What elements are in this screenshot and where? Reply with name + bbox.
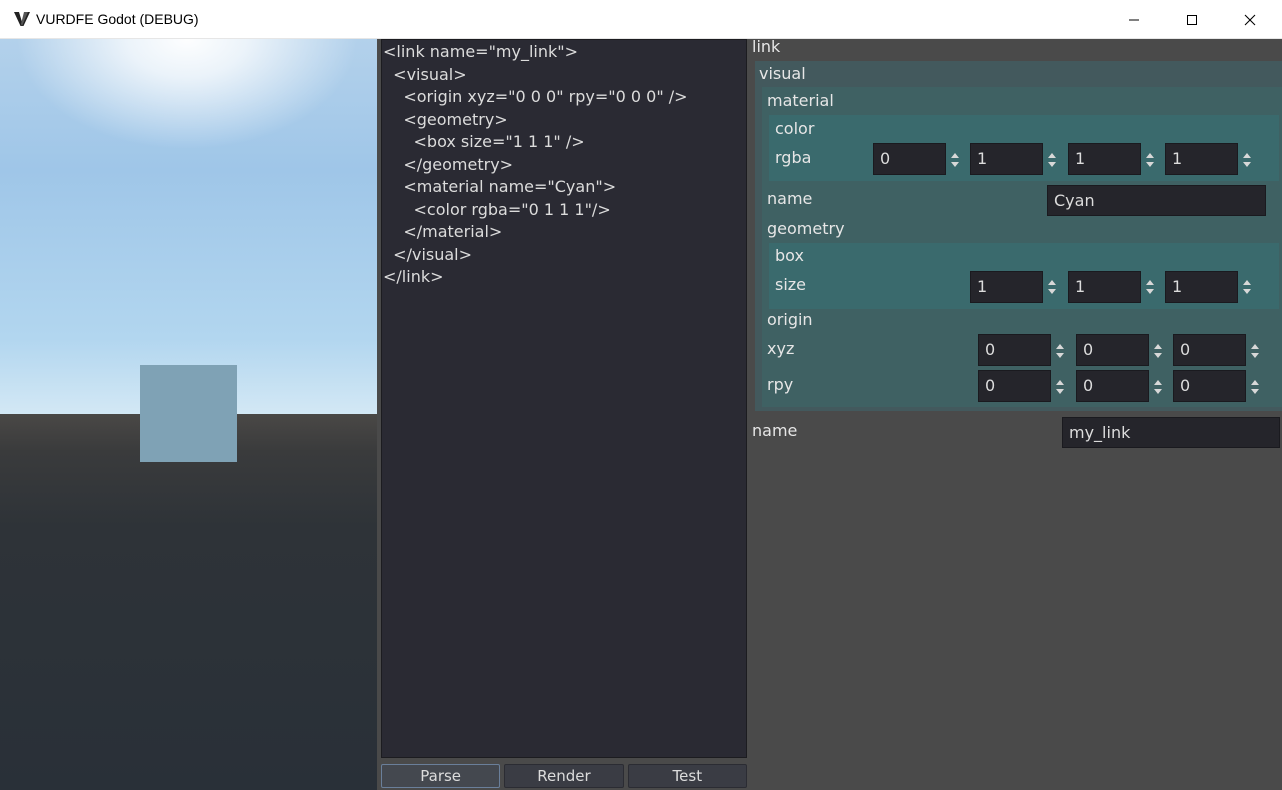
spin-arrows-icon[interactable] — [1249, 377, 1261, 397]
spin-arrows-icon[interactable] — [1152, 341, 1164, 361]
link-name-input[interactable]: my_link — [1062, 417, 1280, 448]
app-logo-icon — [12, 9, 32, 29]
code-line: <link name="my_link"> — [383, 42, 579, 61]
rgba-r-spinbox[interactable]: 0 — [873, 143, 946, 175]
editor-button-row: Parse Render Test — [381, 764, 747, 788]
code-line: <geometry> — [383, 109, 508, 129]
property-inspector: link visual material color rgba 0 1 1 1 … — [750, 37, 1282, 790]
code-line: <material name="Cyan"> — [383, 177, 617, 196]
size-z-spinbox[interactable]: 1 — [1165, 271, 1238, 303]
spin-arrows-icon[interactable] — [1054, 377, 1066, 397]
spin-arrows-icon[interactable] — [1241, 277, 1253, 297]
urdf-editor-panel: <link name="my_link"> <visual> <origin x… — [377, 39, 750, 790]
code-line: <color rgba="0 1 1 1"/> — [383, 199, 611, 219]
link-name-label: name — [752, 421, 798, 440]
title-bar[interactable]: VURDFE Godot (DEBUG) — [0, 0, 1282, 39]
link-section-label: link — [752, 37, 781, 56]
geometry-section-label: geometry — [767, 219, 845, 238]
box-section-label: box — [775, 246, 804, 265]
origin-x-spinbox[interactable]: 0 — [978, 334, 1051, 366]
code-line: <visual> — [383, 64, 467, 84]
minimize-button[interactable] — [1105, 0, 1163, 39]
close-button[interactable] — [1221, 0, 1279, 39]
spin-arrows-icon[interactable] — [949, 150, 961, 170]
spin-arrows-icon[interactable] — [1054, 341, 1066, 361]
material-section-label: material — [767, 91, 834, 110]
parse-button[interactable]: Parse — [381, 764, 501, 788]
code-line: <box size="1 1 1" /> — [383, 132, 585, 151]
size-x-spinbox[interactable]: 1 — [970, 271, 1043, 303]
ground-plane — [0, 414, 377, 790]
material-name-label: name — [767, 189, 813, 208]
spin-arrows-icon[interactable] — [1046, 277, 1058, 297]
rendered-box — [140, 365, 237, 462]
size-y-spinbox[interactable]: 1 — [1068, 271, 1141, 303]
spin-arrows-icon[interactable] — [1046, 150, 1058, 170]
close-icon — [1244, 14, 1256, 25]
origin-section-label: origin — [767, 310, 813, 329]
spin-arrows-icon[interactable] — [1144, 277, 1156, 297]
code-line: </link> — [383, 267, 444, 286]
origin-pitch-spinbox[interactable]: 0 — [1076, 370, 1149, 402]
origin-z-spinbox[interactable]: 0 — [1173, 334, 1246, 366]
rgba-a-spinbox[interactable]: 1 — [1165, 143, 1238, 175]
rgba-b-spinbox[interactable]: 1 — [1068, 143, 1141, 175]
rgba-label: rgba — [775, 148, 812, 167]
spin-arrows-icon[interactable] — [1152, 377, 1164, 397]
spin-arrows-icon[interactable] — [1249, 341, 1261, 361]
code-line: </geometry> — [383, 154, 514, 174]
code-line: </visual> — [383, 244, 473, 264]
test-button[interactable]: Test — [627, 764, 747, 788]
window-title: VURDFE Godot (DEBUG) — [36, 11, 199, 27]
code-line: </material> — [383, 222, 503, 241]
material-name-input[interactable]: Cyan — [1047, 185, 1266, 216]
size-label: size — [775, 275, 807, 294]
spin-arrows-icon[interactable] — [1144, 150, 1156, 170]
maximize-button[interactable] — [1163, 0, 1221, 39]
origin-roll-spinbox[interactable]: 0 — [978, 370, 1051, 402]
3d-viewport[interactable] — [0, 39, 377, 790]
rgba-g-spinbox[interactable]: 1 — [970, 143, 1043, 175]
origin-y-spinbox[interactable]: 0 — [1076, 334, 1149, 366]
color-section-label: color — [775, 119, 815, 138]
rpy-label: rpy — [767, 375, 794, 394]
minimize-icon — [1129, 19, 1139, 20]
sky — [0, 39, 377, 414]
render-button[interactable]: Render — [504, 764, 624, 788]
spin-arrows-icon[interactable] — [1241, 150, 1253, 170]
urdf-text-editor[interactable]: <link name="my_link"> <visual> <origin x… — [381, 39, 747, 758]
xyz-label: xyz — [767, 339, 795, 358]
origin-yaw-spinbox[interactable]: 0 — [1173, 370, 1246, 402]
maximize-icon — [1187, 14, 1197, 25]
code-line: <origin xyz="0 0 0" rpy="0 0 0" /> — [383, 87, 688, 106]
visual-section-label: visual — [759, 64, 806, 83]
